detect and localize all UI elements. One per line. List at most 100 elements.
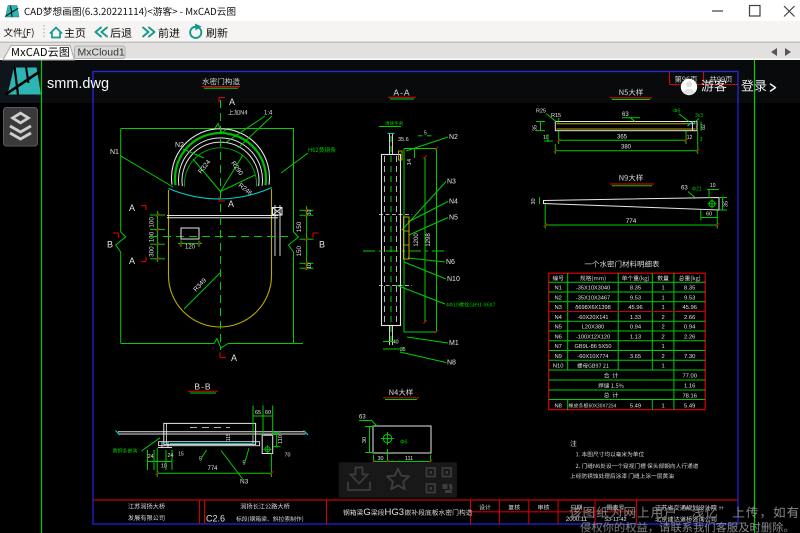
svg-text:45.96: 45.96: [628, 305, 643, 311]
svg-text:N6: N6: [446, 259, 455, 266]
svg-text:115: 115: [226, 433, 232, 441]
svg-text:35: 35: [533, 125, 539, 131]
svg-text:24: 24: [167, 453, 173, 459]
svg-text:1:4: 1:4: [264, 111, 273, 117]
svg-text:G: G: [363, 507, 370, 518]
svg-text:8.35: 8.35: [684, 286, 695, 292]
svg-text:24: 24: [148, 454, 154, 460]
svg-text:HG3: HG3: [385, 507, 405, 518]
svg-text:60: 60: [265, 410, 271, 416]
svg-text:-100X12X120: -100X12X120: [576, 334, 610, 340]
svg-text:150: 150: [296, 246, 303, 257]
svg-text:9.53: 9.53: [684, 295, 695, 301]
svg-text:774: 774: [626, 218, 637, 225]
svg-text:1: 1: [661, 286, 664, 292]
svg-text:150: 150: [296, 221, 303, 232]
svg-text:B: B: [107, 240, 113, 250]
svg-text:2: 2: [661, 334, 664, 340]
svg-text:5.49: 5.49: [630, 403, 641, 409]
svg-text:10: 10: [307, 210, 313, 216]
svg-text:10: 10: [161, 464, 167, 470]
svg-text:-35X10X3040: -35X10X3040: [576, 286, 610, 292]
svg-text:5: 5: [424, 131, 427, 137]
svg-text:N10: N10: [447, 276, 460, 283]
svg-text:δ698X6X1398: δ698X6X1398: [575, 305, 610, 311]
svg-text:N3: N3: [240, 479, 249, 486]
svg-text:N2: N2: [554, 295, 561, 301]
svg-text:70: 70: [285, 453, 291, 459]
svg-text:M1: M1: [449, 340, 459, 347]
svg-text:N2: N2: [175, 142, 184, 149]
svg-text:-60X10X774: -60X10X774: [577, 354, 608, 360]
svg-text:N8: N8: [447, 360, 456, 367]
svg-text:77.00: 77.00: [682, 374, 697, 380]
svg-text:N5: N5: [554, 325, 561, 331]
svg-text:300: 300: [149, 246, 156, 257]
svg-text:65: 65: [255, 410, 261, 416]
svg-text:45.96: 45.96: [682, 305, 697, 311]
svg-text:63: 63: [622, 112, 629, 118]
svg-text:A: A: [228, 199, 234, 209]
svg-text:B-B: B-B: [194, 381, 211, 391]
svg-text:2.66: 2.66: [684, 315, 695, 321]
svg-text:774: 774: [207, 466, 218, 472]
svg-text:2: 2: [661, 315, 664, 321]
svg-text:3.65: 3.65: [630, 354, 641, 360]
svg-text:100: 100: [149, 217, 156, 228]
svg-text:C2.6: C2.6: [206, 514, 225, 524]
svg-text:N3: N3: [554, 305, 561, 311]
svg-text:N10: N10: [553, 364, 564, 370]
svg-text:110: 110: [278, 435, 284, 444]
svg-text:14: 14: [407, 159, 413, 165]
svg-text:63: 63: [359, 415, 366, 421]
svg-text:N3: N3: [447, 179, 456, 186]
svg-text:N7: N7: [554, 344, 561, 350]
svg-text:365: 365: [617, 134, 628, 140]
svg-text:2: 2: [661, 354, 664, 360]
svg-text:R25: R25: [536, 109, 546, 115]
svg-text:60: 60: [706, 212, 712, 218]
svg-text:Φ21: Φ21: [692, 187, 702, 193]
svg-text:120: 120: [185, 245, 196, 251]
svg-text:82: 82: [701, 124, 707, 130]
svg-text:30: 30: [377, 456, 383, 462]
svg-text:1200: 1200: [414, 233, 420, 247]
svg-text:111: 111: [405, 456, 413, 462]
svg-text:B: B: [319, 240, 325, 250]
svg-text:35: 35: [400, 347, 406, 353]
svg-text:Φ6: Φ6: [400, 440, 407, 446]
svg-text:7.30: 7.30: [684, 354, 695, 360]
svg-text:63: 63: [681, 186, 688, 192]
svg-text:N4: N4: [449, 199, 458, 206]
svg-text:N4: N4: [554, 315, 562, 321]
svg-text:N1: N1: [554, 286, 561, 292]
svg-text:2.26: 2.26: [684, 334, 695, 340]
svg-text:10: 10: [307, 263, 313, 269]
svg-text:N2: N2: [449, 134, 458, 141]
svg-text:smm.dwg: smm.dwg: [47, 76, 109, 92]
svg-text:A: A: [231, 353, 237, 363]
svg-text:S3-11-42: S3-11-42: [604, 517, 626, 523]
svg-text:5.49: 5.49: [684, 403, 695, 409]
svg-text:1.33: 1.33: [630, 315, 641, 321]
svg-text:1: 1: [661, 364, 664, 370]
svg-text:N1: N1: [110, 149, 119, 156]
svg-text:380: 380: [621, 145, 632, 151]
svg-text:A: A: [129, 256, 135, 266]
svg-text:A: A: [129, 203, 135, 213]
svg-text:-60X20X141: -60X20X141: [577, 315, 608, 321]
svg-text:2: 2: [661, 325, 664, 331]
svg-text:1: 1: [661, 344, 664, 350]
svg-text:1: 1: [661, 305, 664, 311]
svg-text:3x3: 3x3: [695, 113, 703, 119]
svg-text:L20X380: L20X380: [582, 325, 604, 331]
svg-text:MxCloud1: MxCloud1: [78, 47, 125, 59]
svg-text:N9: N9: [554, 354, 561, 360]
svg-text:35.6: 35.6: [398, 137, 409, 143]
svg-text:N5: N5: [449, 215, 458, 222]
svg-text:0.94: 0.94: [684, 325, 696, 331]
svg-text:1298: 1298: [426, 233, 432, 247]
svg-text:GB9L-86 5X50: GB9L-86 5X50: [574, 344, 611, 350]
svg-text:3: 3: [700, 137, 703, 143]
svg-text:10: 10: [710, 183, 716, 189]
